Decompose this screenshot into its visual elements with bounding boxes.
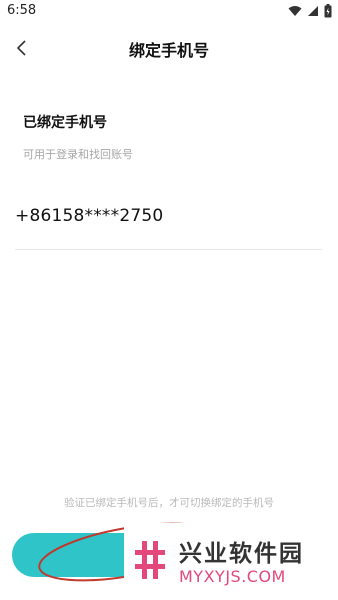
bound-phone-number: +86158****2750 (15, 206, 164, 226)
section-subtitle: 可用于登录和找回账号 (23, 148, 133, 161)
signal-icon (308, 6, 318, 16)
status-bar: 6:58 (0, 0, 338, 24)
nav-bar: 绑定手机号 (0, 28, 338, 68)
wifi-icon (288, 6, 302, 16)
watermark: 兴业软件园 MYXYJS.COM (124, 523, 338, 600)
divider (15, 249, 322, 250)
switch-hint-text: 验证已绑定手机号后，才可切换绑定的手机号 (64, 497, 274, 509)
status-icons (288, 4, 332, 18)
battery-icon (324, 4, 332, 18)
page-title: 绑定手机号 (128, 41, 209, 60)
hash-logo-icon (135, 541, 165, 579)
watermark-domain: MYXYJS.COM (179, 567, 286, 586)
section-title: 已绑定手机号 (23, 115, 107, 131)
status-time: 6:58 (7, 3, 37, 18)
watermark-name: 兴业软件园 (179, 541, 304, 567)
